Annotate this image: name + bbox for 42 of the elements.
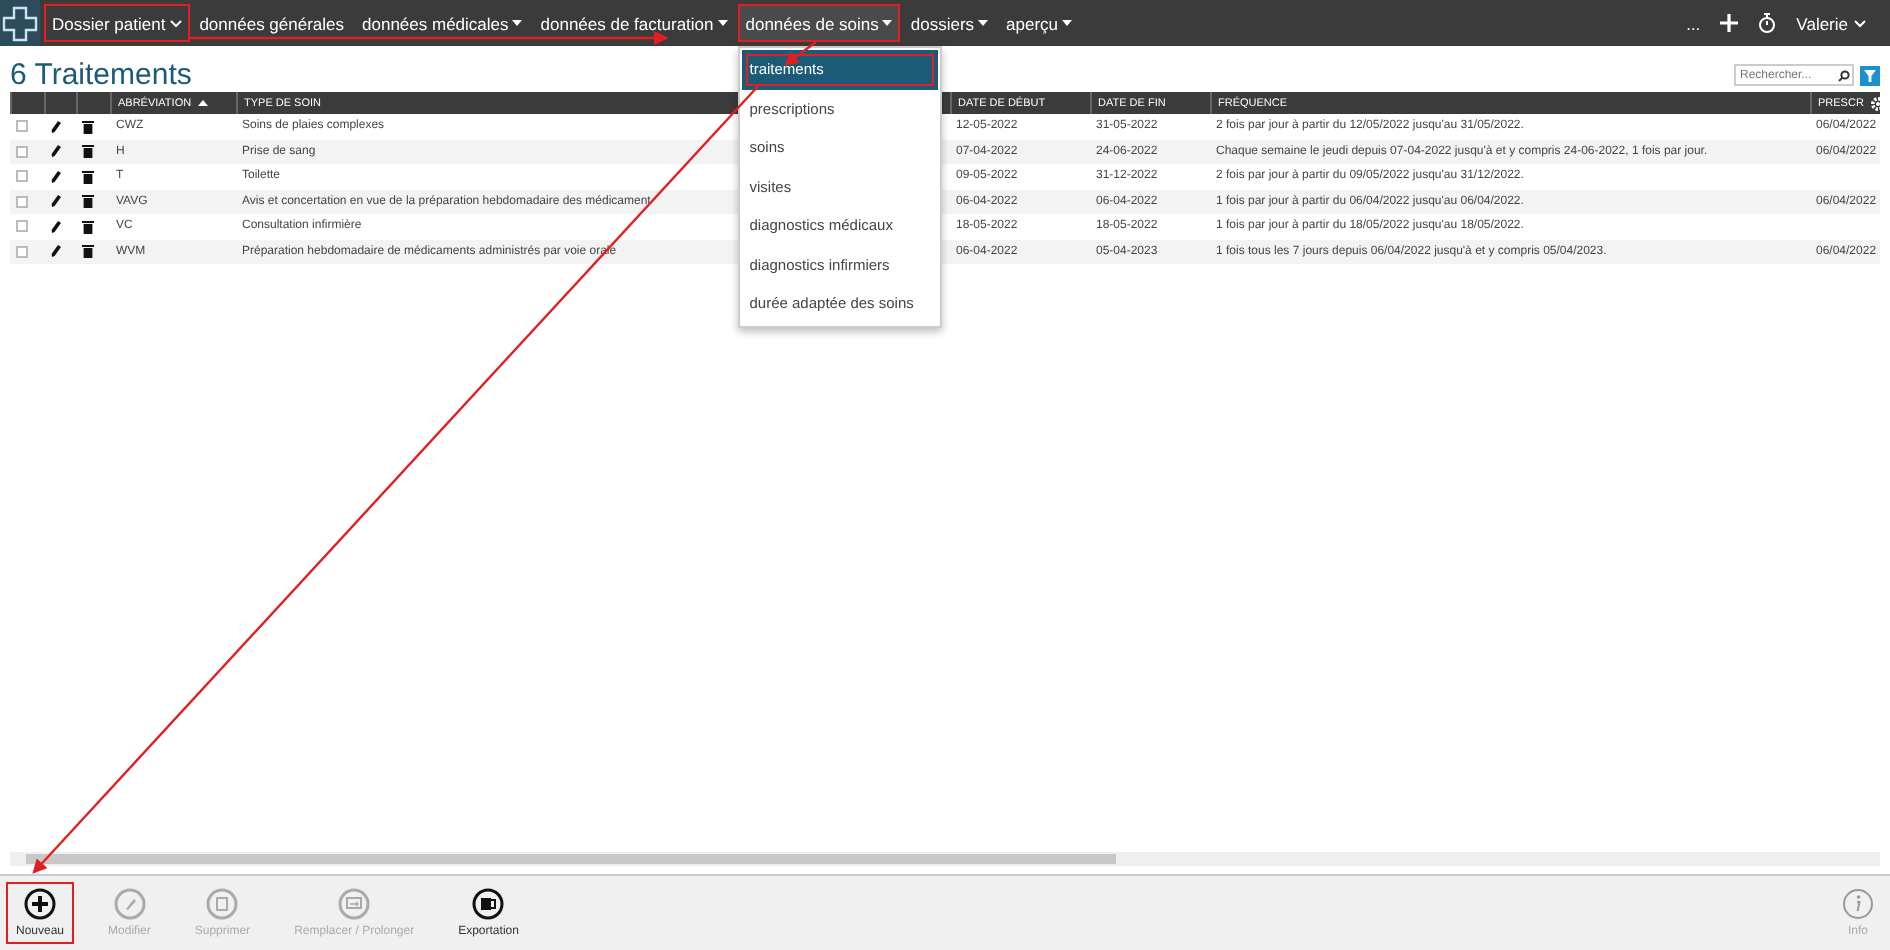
annotation-arrow (784, 41, 817, 66)
nav-menu-item[interactable]: aperçu (1000, 6, 1079, 40)
row-checkbox[interactable] (16, 120, 28, 133)
info-icon (1842, 888, 1874, 920)
caret-icon (717, 20, 728, 26)
horizontal-scrollbar[interactable] (10, 852, 1880, 866)
stopwatch-icon[interactable] (1758, 12, 1777, 34)
trash-icon (206, 888, 239, 920)
chevron-icon (1854, 19, 1866, 27)
export-icon (472, 888, 505, 920)
caret-icon (978, 20, 989, 26)
trash-icon[interactable] (82, 244, 94, 259)
row-checkbox[interactable] (16, 195, 28, 208)
user-menu[interactable]: Valerie (1796, 13, 1866, 33)
trash-icon[interactable] (82, 219, 94, 234)
filter-button[interactable] (1860, 65, 1880, 85)
row-checkbox[interactable] (16, 220, 28, 233)
plus-icon (24, 888, 57, 920)
cross-logo-icon (0, 0, 40, 46)
row-checkbox[interactable] (16, 170, 28, 183)
filter-icon (1864, 69, 1876, 81)
nav-menu-item[interactable]: données de facturation (534, 6, 734, 40)
plus-icon[interactable] (1720, 14, 1739, 32)
trash-icon[interactable] (82, 144, 94, 159)
caret-icon (512, 20, 523, 26)
row-checkbox[interactable] (16, 145, 28, 158)
page-title: 6 Traitements (10, 58, 192, 92)
replace-icon (338, 888, 371, 920)
scrollbar-thumb[interactable] (26, 854, 1116, 864)
caret-icon (882, 20, 893, 26)
pencil-icon (113, 888, 146, 920)
more-menu[interactable]: ... (1686, 13, 1701, 33)
trash-icon[interactable] (82, 194, 94, 209)
caret-icon (1062, 20, 1073, 26)
chevron-icon (169, 19, 182, 27)
nav-menu-item[interactable]: données générales (193, 6, 351, 40)
search-icon (1838, 69, 1850, 81)
row-checkbox[interactable] (16, 245, 28, 258)
nav-menu-item[interactable]: Dossier patient (46, 6, 188, 40)
nav-menu-item[interactable]: données médicales (356, 6, 529, 40)
trash-icon[interactable] (82, 119, 94, 134)
trash-icon[interactable] (82, 169, 94, 184)
